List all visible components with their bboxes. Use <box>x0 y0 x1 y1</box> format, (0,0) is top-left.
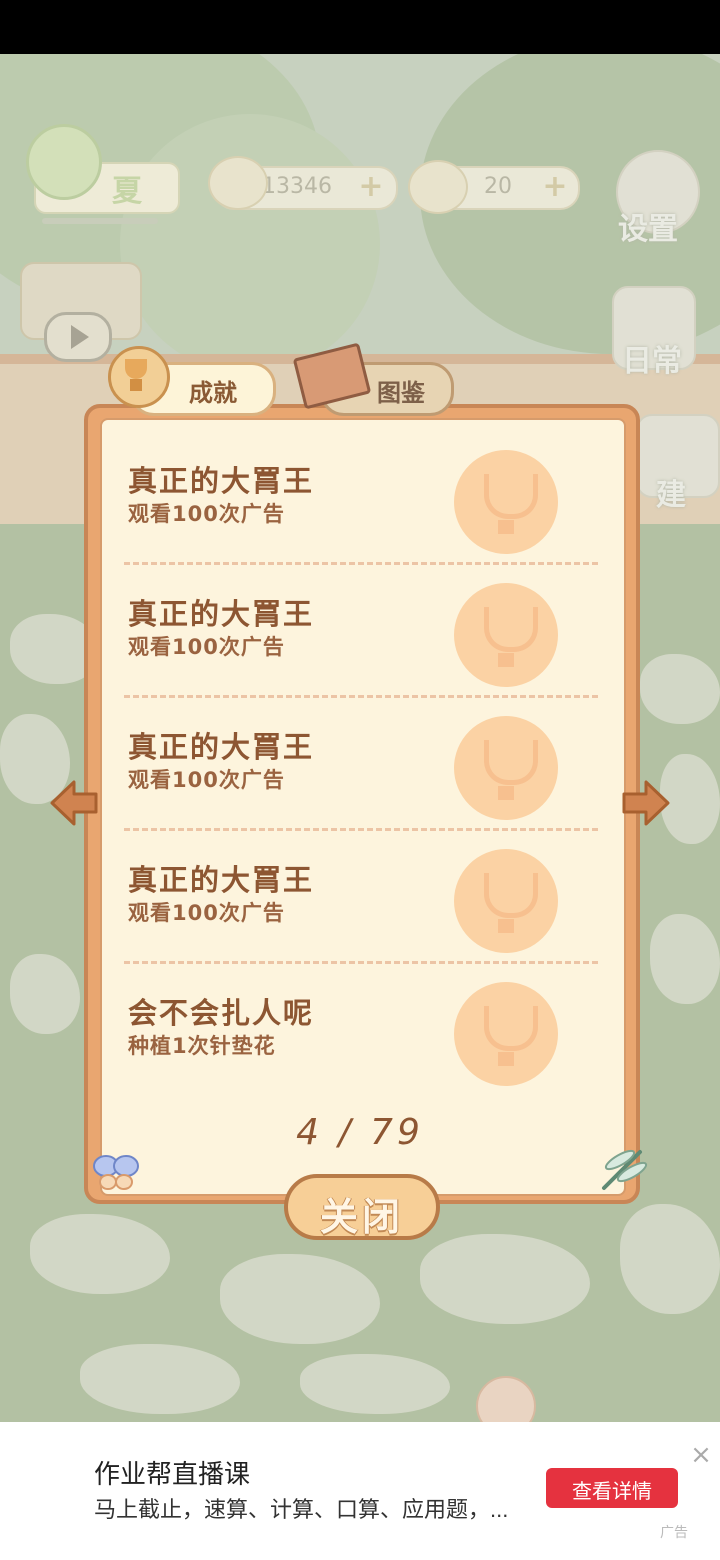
achievement-desc: 种植1次针垫花 <box>128 1034 276 1058</box>
ad-description: 马上截止，速算、计算、口算、应用题，... <box>94 1497 509 1522</box>
butterfly-icon <box>93 1155 139 1190</box>
arrow-left-icon[interactable] <box>48 778 100 828</box>
achievement-item: 真正的大罥王 观看100次广告 <box>100 819 626 953</box>
trophy-badge-icon <box>454 849 558 953</box>
achievement-desc: 观看100次广告 <box>128 502 285 526</box>
close-button[interactable]: 关闭 <box>284 1174 440 1240</box>
dragonfly-icon <box>602 1149 648 1190</box>
trophy-badge-icon <box>454 982 558 1086</box>
achievement-desc: 观看100次广告 <box>128 901 285 925</box>
ad-view-details-button[interactable]: 查看详情 <box>546 1468 678 1508</box>
ad-tag: 广告 <box>660 1524 688 1540</box>
tab-achievements-label: 成就 <box>189 379 237 407</box>
close-icon[interactable]: × <box>688 1442 714 1468</box>
achievement-desc: 观看100次广告 <box>128 635 285 659</box>
ad-banner[interactable]: 作业帮直播课 马上截止，速算、计算、口算、应用题，... 查看详情 × 广告 <box>0 1422 720 1560</box>
close-button-label: 关闭 <box>319 1195 404 1239</box>
trophy-badge-icon <box>454 583 558 687</box>
game-scene: 夏 13346 + 20 + 设置 日常 建 图鉴 成就 真正的大罥王 观看10… <box>0 54 720 1422</box>
achievement-title: 真正的大罥王 <box>128 730 315 764</box>
trophy-badge-icon <box>454 716 558 820</box>
achievement-title: 真正的大罥王 <box>128 597 315 631</box>
arrow-right-icon[interactable] <box>620 778 672 828</box>
achievement-title: 真正的大罥王 <box>128 863 315 897</box>
trophy-icon <box>108 346 170 408</box>
trophy-badge-icon <box>454 450 558 554</box>
achievement-title: 会不会扎人呢 <box>128 996 315 1030</box>
tab-collection-label: 图鉴 <box>377 379 425 407</box>
achievement-item: 真正的大罥王 观看100次广告 <box>100 420 626 554</box>
achievement-item: 真正的大罥王 观看100次广告 <box>100 686 626 820</box>
achievement-item: 真正的大罥王 观看100次广告 <box>100 553 626 687</box>
status-bar <box>0 0 720 54</box>
achievement-desc: 观看100次广告 <box>128 768 285 792</box>
ad-button-label: 查看详情 <box>572 1481 652 1503</box>
ad-title: 作业帮直播课 <box>94 1459 251 1489</box>
achievement-item: 会不会扎人呢 种植1次针垫花 <box>100 952 626 1086</box>
achievement-title: 真正的大罥王 <box>128 464 315 498</box>
